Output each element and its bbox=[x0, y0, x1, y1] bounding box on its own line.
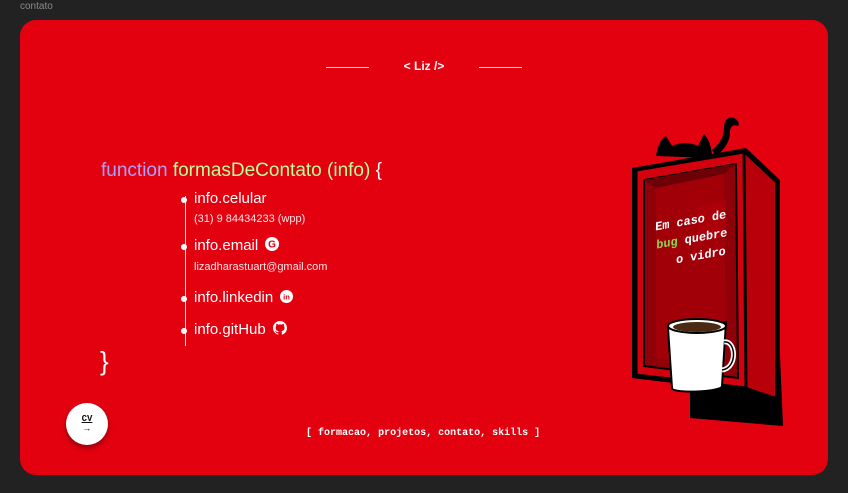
contact-title-email: info.email G bbox=[194, 237, 280, 255]
nav-link-projetos[interactable]: projetos bbox=[378, 428, 426, 439]
code-close-brace: } bbox=[100, 346, 109, 376]
google-icon[interactable]: G bbox=[265, 237, 280, 255]
code-function-name: formasDeContato bbox=[172, 160, 322, 181]
nav-link-skills[interactable]: skills bbox=[492, 428, 528, 439]
timeline-dot bbox=[181, 328, 187, 334]
timeline-dot bbox=[181, 197, 187, 203]
arrow-right-icon: → bbox=[84, 424, 90, 434]
nav-bracket-open: [ bbox=[306, 428, 313, 439]
timeline-dot bbox=[181, 296, 187, 302]
contact-title-celular: info.celular bbox=[194, 190, 267, 207]
svg-text:in: in bbox=[283, 292, 290, 301]
nav-link-formacao[interactable]: formacao bbox=[318, 428, 366, 439]
logo-divider-right bbox=[479, 67, 522, 68]
logo-divider-left bbox=[326, 67, 369, 68]
contact-title-email-text: info.email bbox=[194, 237, 259, 254]
nav-bracket-close: ] bbox=[534, 428, 541, 439]
code-signature: function formasDeContato (info) { bbox=[101, 160, 382, 182]
contact-title-github: info.gitHub bbox=[194, 321, 287, 339]
github-icon[interactable] bbox=[272, 321, 287, 339]
linkedin-icon[interactable]: in bbox=[280, 289, 294, 307]
contact-title-linkedin: info.linkedin in bbox=[194, 289, 294, 307]
bottom-nav: [ formacao, projetos, contato, skills ] bbox=[306, 428, 541, 439]
nav-link-contato[interactable]: contato bbox=[438, 428, 480, 439]
page-label: contato bbox=[20, 1, 53, 12]
code-param: (info) bbox=[327, 160, 371, 181]
cv-button-label: CV bbox=[81, 414, 93, 424]
code-open-brace: { bbox=[375, 160, 382, 181]
phone-link[interactable]: (31) 9 84434233 (wpp) bbox=[194, 213, 305, 225]
cv-button[interactable]: CV → bbox=[66, 403, 108, 445]
contact-timeline bbox=[185, 196, 186, 346]
contact-title-github-text: info.gitHub bbox=[194, 321, 266, 338]
contact-card: < Liz /> function formasDeContato (info)… bbox=[20, 20, 828, 475]
email-link[interactable]: lizadharastuart@gmail.com bbox=[194, 261, 327, 273]
contact-title-linkedin-text: info.linkedin bbox=[194, 289, 274, 306]
break-glass-illustration: Em caso de bug quebre o vidro bbox=[632, 117, 783, 426]
code-keyword: function bbox=[101, 160, 168, 181]
timeline-dot bbox=[181, 244, 187, 250]
svg-text:G: G bbox=[268, 240, 276, 251]
logo[interactable]: < Liz /> bbox=[403, 59, 445, 73]
